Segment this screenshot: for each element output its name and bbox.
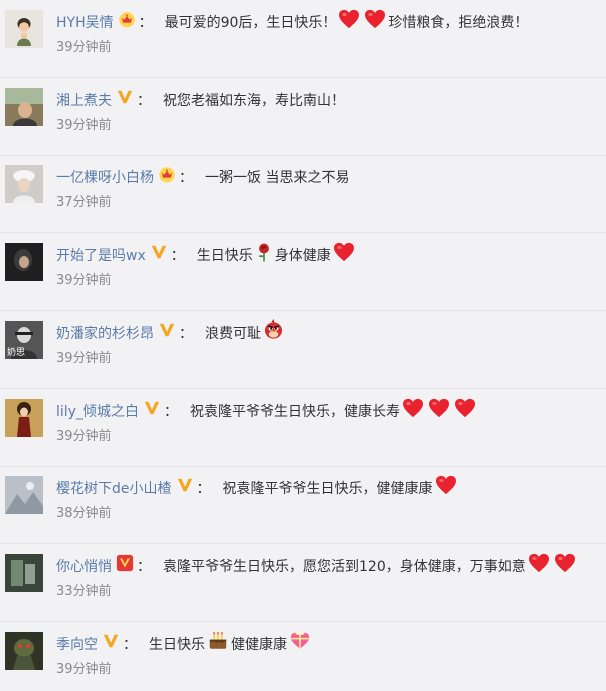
comment-line: 樱花树下de小山楂 ： 祝袁隆平爷爷生日快乐，健健康康	[56, 475, 459, 503]
gift-heart-icon	[289, 630, 311, 659]
avatar[interactable]	[5, 476, 43, 515]
username-link[interactable]: lily_倾城之白	[56, 400, 139, 424]
comment-timestamp: 39分钟前	[56, 350, 112, 366]
separator: ：	[179, 325, 193, 342]
heart-icon	[554, 553, 576, 581]
comment-item: HYH吴情 ： 最可爱的90后，生日快乐！ 珍惜粮食，拒绝浪费！ 39分钟前	[0, 0, 606, 78]
heart-icon	[364, 9, 386, 37]
username-link[interactable]: 开始了是吗wx	[56, 244, 146, 268]
comment-line: 一亿棵呀小白杨 ： 一粥一饭 当思来之不易	[56, 166, 349, 190]
comment-item: 樱花树下de小山楂 ： 祝袁隆平爷爷生日快乐，健健康康 38分钟前	[0, 466, 606, 545]
username-link[interactable]: 湘上煮夫	[56, 89, 112, 113]
avatar[interactable]	[5, 398, 43, 437]
heart-icon	[528, 553, 550, 581]
comment-line: lily_倾城之白 ： 祝袁隆平爷爷生日快乐，健康长寿	[56, 398, 478, 426]
comment-feed: HYH吴情：最可爱的90后，生日快乐！ 珍惜粮食，拒绝浪费！ 39分钟前 湘上煮夫：祝…	[0, 0, 606, 691]
verified-badge-icon	[102, 632, 120, 658]
separator: ：	[179, 170, 193, 187]
comment-line: 湘上煮夫 ： 祝您老福如东海，寿比南山！	[56, 89, 345, 113]
comment-line: 开始了是吗wx ： 生日快乐 身体健康	[56, 242, 357, 271]
username-link[interactable]: 一亿棵呀小白杨	[56, 166, 154, 190]
avatar[interactable]: 奶思	[5, 320, 43, 359]
crown-badge-icon	[118, 10, 136, 36]
verified-badge-icon	[158, 321, 176, 347]
crown-badge-icon	[158, 165, 176, 191]
comment-text: 珍惜粮食，拒绝浪费！	[388, 15, 529, 31]
avatar[interactable]	[5, 631, 43, 670]
comment-text: 生日快乐	[149, 636, 205, 653]
verified-red-badge-icon	[116, 554, 134, 580]
comment-text: 祝袁隆平爷爷生日快乐，健健康康	[222, 481, 433, 498]
comment-text: 祝您老福如东海，寿比南山！	[163, 92, 345, 109]
verified-badge-icon	[116, 88, 134, 114]
comment-text: 祝袁隆平爷爷生日快乐，健康长寿	[189, 403, 400, 420]
comment-timestamp: 39分钟前	[56, 117, 112, 133]
comment-item: 奶思 奶潘家的杉杉昂 ： 浪费可耻 39分钟前	[0, 311, 606, 389]
separator: ：	[123, 636, 137, 653]
heart-icon	[454, 398, 476, 426]
comment-item: lily_倾城之白 ： 祝袁隆平爷爷生日快乐，健康长寿 39分钟前	[0, 389, 606, 467]
comment-text: 一粥一饭 当思来之不易	[205, 170, 350, 187]
comment-line: 季向空 ： 生日快乐 健健康康	[56, 630, 313, 659]
comment-timestamp: 39分钟前	[56, 273, 112, 289]
avatar[interactable]	[5, 165, 43, 204]
heart-icon	[435, 475, 457, 503]
separator: ：	[170, 248, 185, 265]
comment-line: 你心悄悄 ： 袁隆平爷爷生日快乐，愿您活到120，身体健康，万事如意	[56, 553, 578, 581]
username-link[interactable]: HYH吴情	[56, 11, 114, 35]
comment-item: 一亿棵呀小白杨 ： 一粥一饭 当思来之不易 37分钟前	[0, 155, 606, 234]
comment-timestamp: 37分钟前	[56, 195, 112, 211]
separator: ：	[196, 481, 211, 498]
heart-icon	[428, 398, 450, 426]
heart-icon	[333, 242, 355, 270]
comment-timestamp: 33分钟前	[56, 583, 112, 599]
comment-timestamp: 39分钟前	[56, 40, 112, 55]
verified-badge-icon	[150, 243, 168, 269]
separator: ：	[137, 558, 151, 575]
username-link[interactable]: 樱花树下de小山楂	[56, 477, 172, 501]
username-link[interactable]: 季向空	[56, 633, 98, 657]
heart-icon	[402, 398, 424, 426]
verified-badge-icon	[176, 476, 194, 502]
comment-timestamp: 39分钟前	[56, 661, 112, 677]
angry-bird-icon	[263, 319, 284, 348]
username-link[interactable]: 你心悄悄	[56, 555, 112, 579]
avatar[interactable]	[5, 87, 43, 126]
comment-line: 奶潘家的杉杉昂 ： 浪费可耻	[56, 319, 286, 348]
cake-icon	[207, 630, 229, 659]
comment-item: 季向空 ： 生日快乐 健健康康 39分钟前	[0, 622, 606, 691]
comment-item: 你心悄悄 ： 袁隆平爷爷生日快乐，愿您活到120，身体健康，万事如意 33分钟前	[0, 544, 606, 622]
comment-text: 身体健康	[274, 248, 331, 265]
comment-text: 生日快乐	[196, 248, 253, 265]
comment-line: HYH吴情 ： 最可爱的90后，生日快乐！ 珍惜粮食，拒绝浪费！	[56, 9, 529, 37]
comment-text: 最可爱的90后，生日快乐！	[164, 15, 337, 31]
avatar-label: 奶思	[7, 347, 26, 358]
comment-timestamp: 39分钟前	[56, 428, 112, 444]
separator: ：	[138, 15, 153, 31]
avatar[interactable]	[5, 10, 43, 48]
comment-text: 袁隆平爷爷生日快乐，愿您活到120，身体健康，万事如意	[163, 558, 526, 575]
comment-item: 湘上煮夫 ： 祝您老福如东海，寿比南山！ 39分钟前	[0, 78, 606, 156]
heart-icon	[338, 9, 360, 37]
comment-text: 浪费可耻	[205, 325, 261, 342]
username-link[interactable]: 奶潘家的杉杉昂	[56, 322, 154, 346]
avatar[interactable]	[5, 243, 43, 282]
comment-text: 健健康康	[231, 636, 287, 653]
comment-timestamp: 38分钟前	[56, 506, 112, 522]
separator: ：	[163, 403, 178, 420]
rose-icon	[255, 242, 273, 271]
comment-item: 开始了是吗wx ： 生日快乐 身体健康 39分钟前	[0, 233, 606, 312]
avatar[interactable]	[5, 553, 43, 592]
verified-badge-icon	[143, 399, 161, 425]
separator: ：	[137, 92, 151, 109]
